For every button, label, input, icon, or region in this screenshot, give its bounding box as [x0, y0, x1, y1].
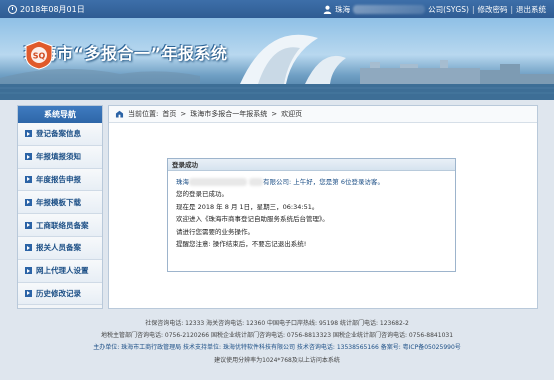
- datetime-line: 现在是 2018 年 8 月 1日，星期三，06:34:51。: [176, 202, 319, 211]
- current-date: 2018年08月01日: [20, 5, 85, 14]
- footer: 社保咨询电话: 12333 海关咨询电话: 12360 中国电子口岸热线: 95…: [0, 318, 554, 367]
- sidebar-item-label: 年报模板下载: [36, 197, 81, 207]
- top-bar: 2018年08月01日 珠海 公司(SYGS) | 修改密码 | 退出系统: [0, 0, 554, 18]
- arrow-bullet-icon: [25, 198, 32, 206]
- reminder-line: 提醒您注意: 操作结束后，不要忘记退出系统!: [176, 240, 307, 249]
- welcome-line: 欢迎进入《珠海市商事登记自助服务系统后台管理》。: [176, 215, 329, 224]
- greeting-text: 有限公司: 上午好，您是第 6位登录访客。: [263, 178, 384, 186]
- sidebar-item-label: 年度报告申报: [36, 174, 81, 184]
- sidebar-item-label: 年报填报须知: [36, 152, 81, 162]
- redacted-user-name: [353, 5, 426, 14]
- footer-organizer-line: 主办单位: 珠海市工商行政管理局 技术支持单位: 珠海优特软件科技有限公司 技术…: [93, 344, 461, 352]
- sidebar-title: 系统导航: [18, 106, 102, 123]
- header-banner: SQ 珠海市“多报合一”年报系统: [0, 18, 554, 100]
- logout-link[interactable]: 退出系统: [516, 4, 546, 15]
- sidebar-item-filing-notice[interactable]: 年报填报须知: [18, 145, 102, 169]
- breadcrumb-section[interactable]: 珠海市多报合一年报系统: [190, 109, 267, 119]
- breadcrumb-prefix: 当前位置:: [128, 110, 159, 118]
- arrow-bullet-icon: [25, 267, 32, 275]
- greeting-line: 珠海 有限公司: 上午好，您是第 6位登录访客。: [176, 176, 447, 188]
- dialog-title: 登录成功: [168, 159, 455, 171]
- sidebar-item-customs-personnel[interactable]: 报关人员备案: [18, 236, 102, 260]
- date-display: 2018年08月01日: [8, 4, 85, 15]
- logo-emblem-icon: SQ: [25, 40, 53, 70]
- location-icon: [115, 110, 124, 118]
- site-logo: SQ 珠海市“多报合一”年报系统: [24, 40, 228, 70]
- company-name-prefix: 珠海: [176, 178, 189, 186]
- sidebar-item-history[interactable]: 历史修改记录: [18, 282, 102, 306]
- login-status-line: 您的登录已成功。: [176, 190, 228, 199]
- arrow-bullet-icon: [25, 289, 32, 297]
- dialog-body: 珠海 有限公司: 上午好，您是第 6位登录访客。 您的登录已成功。 现在是 201…: [168, 171, 455, 255]
- breadcrumb: 当前位置: 首页 > 珠海市多报合一年报系统 > 欢迎页: [109, 106, 537, 123]
- sidebar-item-label: 报关人员备案: [36, 243, 81, 253]
- sidebar-item-label: 登记备案信息: [36, 129, 81, 139]
- sidebar-item-online-agent[interactable]: 网上代理人设置: [18, 259, 102, 283]
- arrow-bullet-icon: [25, 153, 32, 161]
- main-panel: 当前位置: 首页 > 珠海市多报合一年报系统 > 欢迎页 登录成功 珠海 有限公司…: [108, 105, 538, 309]
- sidebar-item-template-download[interactable]: 年报模板下载: [18, 191, 102, 215]
- arrow-bullet-icon: [25, 130, 32, 138]
- sidebar-item-label: 网上代理人设置: [36, 266, 89, 276]
- breadcrumb-home[interactable]: 首页: [162, 109, 176, 119]
- footer-resolution-note: 建议使用分辨率为1024*768及以上访问本系统: [214, 356, 340, 364]
- arrow-bullet-icon: [25, 175, 32, 183]
- user-area: 珠海 公司(SYGS) | 修改密码 | 退出系统: [323, 4, 546, 15]
- arrow-bullet-icon: [25, 221, 32, 229]
- login-success-dialog: 登录成功 珠海 有限公司: 上午好，您是第 6位登录访客。 您的登录已成功。 现在…: [167, 158, 456, 272]
- arrow-bullet-icon: [25, 244, 32, 252]
- breadcrumb-separator: >: [180, 110, 187, 118]
- sidebar-item-label: 工商联络员备案: [36, 220, 89, 230]
- footer-contact-line-1: 社保咨询电话: 12333 海关咨询电话: 12360 中国电子口岸热线: 95…: [145, 320, 409, 327]
- sidebar-item-liaison-filing[interactable]: 工商联络员备案: [18, 214, 102, 237]
- footer-contact-line-2: 地税主管部门咨询电话: 0756-2120266 国税企业统计部门咨询电话: 0…: [100, 332, 454, 340]
- change-password-link[interactable]: 修改密码: [477, 4, 507, 15]
- user-name-prefix: 珠海: [335, 5, 351, 14]
- user-name-suffix: 公司(SYGS): [428, 5, 469, 14]
- system-title: 珠海市“多报合一”年报系统: [24, 44, 228, 63]
- instruction-line: 请进行您需要的业务操作。: [176, 227, 254, 236]
- sidebar-item-label: 历史修改记录: [36, 288, 81, 298]
- breadcrumb-separator: >: [271, 110, 278, 118]
- sidebar-item-registration-info[interactable]: 登记备案信息: [18, 123, 102, 146]
- clock-icon: [8, 5, 17, 14]
- sidebar-nav: 系统导航 登记备案信息 年报填报须知 年度报告申报 年报模板下载 工商联络员备案…: [17, 105, 103, 309]
- redacted-company-name: [189, 178, 247, 186]
- logo-emblem-text: SQ: [33, 52, 46, 61]
- sidebar-item-annual-report[interactable]: 年度报告申报: [18, 168, 102, 192]
- breadcrumb-current: 欢迎页: [281, 110, 303, 118]
- user-icon: [323, 5, 332, 14]
